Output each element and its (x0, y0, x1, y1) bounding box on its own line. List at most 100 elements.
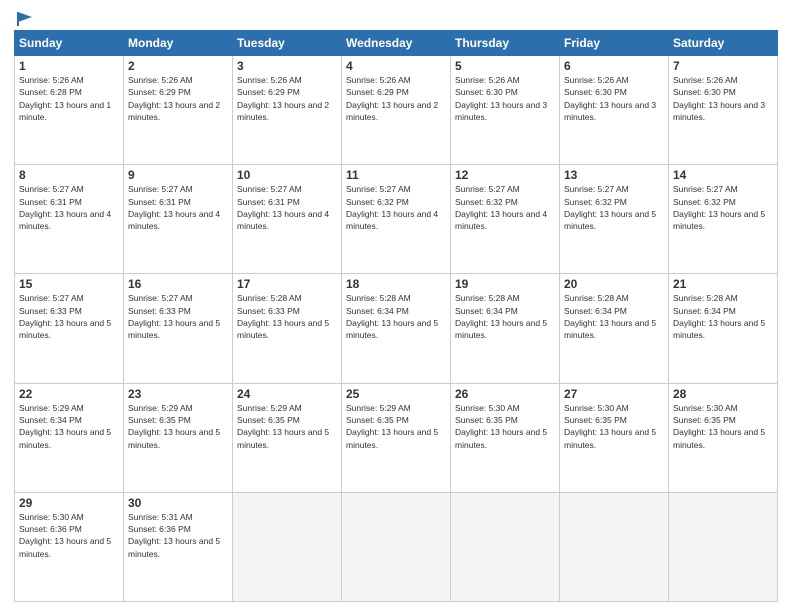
day-number: 28 (673, 387, 773, 401)
calendar-table: SundayMondayTuesdayWednesdayThursdayFrid… (14, 30, 778, 602)
calendar-cell: 10Sunrise: 5:27 AMSunset: 6:31 PMDayligh… (233, 165, 342, 274)
calendar-cell: 24Sunrise: 5:29 AMSunset: 6:35 PMDayligh… (233, 383, 342, 492)
day-info: Sunrise: 5:27 AMSunset: 6:33 PMDaylight:… (19, 292, 119, 341)
day-number: 14 (673, 168, 773, 182)
day-number: 8 (19, 168, 119, 182)
page: SundayMondayTuesdayWednesdayThursdayFrid… (0, 0, 792, 612)
day-info: Sunrise: 5:27 AMSunset: 6:32 PMDaylight:… (564, 183, 664, 232)
day-info: Sunrise: 5:26 AMSunset: 6:29 PMDaylight:… (237, 74, 337, 123)
calendar-cell: 26Sunrise: 5:30 AMSunset: 6:35 PMDayligh… (451, 383, 560, 492)
day-number: 7 (673, 59, 773, 73)
calendar-cell: 11Sunrise: 5:27 AMSunset: 6:32 PMDayligh… (342, 165, 451, 274)
day-info: Sunrise: 5:30 AMSunset: 6:35 PMDaylight:… (673, 402, 773, 451)
calendar-cell: 19Sunrise: 5:28 AMSunset: 6:34 PMDayligh… (451, 274, 560, 383)
day-info: Sunrise: 5:30 AMSunset: 6:36 PMDaylight:… (19, 511, 119, 560)
day-info: Sunrise: 5:26 AMSunset: 6:30 PMDaylight:… (455, 74, 555, 123)
day-number: 16 (128, 277, 228, 291)
calendar-cell: 5Sunrise: 5:26 AMSunset: 6:30 PMDaylight… (451, 56, 560, 165)
day-info: Sunrise: 5:27 AMSunset: 6:32 PMDaylight:… (673, 183, 773, 232)
day-info: Sunrise: 5:28 AMSunset: 6:34 PMDaylight:… (455, 292, 555, 341)
day-number: 25 (346, 387, 446, 401)
calendar-header-saturday: Saturday (669, 31, 778, 56)
calendar-cell: 13Sunrise: 5:27 AMSunset: 6:32 PMDayligh… (560, 165, 669, 274)
calendar-cell: 14Sunrise: 5:27 AMSunset: 6:32 PMDayligh… (669, 165, 778, 274)
calendar-week-5: 29Sunrise: 5:30 AMSunset: 6:36 PMDayligh… (15, 492, 778, 601)
calendar-cell: 3Sunrise: 5:26 AMSunset: 6:29 PMDaylight… (233, 56, 342, 165)
day-number: 19 (455, 277, 555, 291)
calendar-cell (342, 492, 451, 601)
calendar-cell: 4Sunrise: 5:26 AMSunset: 6:29 PMDaylight… (342, 56, 451, 165)
calendar-cell: 2Sunrise: 5:26 AMSunset: 6:29 PMDaylight… (124, 56, 233, 165)
calendar-cell (669, 492, 778, 601)
day-number: 15 (19, 277, 119, 291)
calendar-header-wednesday: Wednesday (342, 31, 451, 56)
day-number: 11 (346, 168, 446, 182)
calendar-cell: 9Sunrise: 5:27 AMSunset: 6:31 PMDaylight… (124, 165, 233, 274)
day-number: 6 (564, 59, 664, 73)
calendar-cell: 8Sunrise: 5:27 AMSunset: 6:31 PMDaylight… (15, 165, 124, 274)
calendar-week-1: 1Sunrise: 5:26 AMSunset: 6:28 PMDaylight… (15, 56, 778, 165)
calendar-cell: 7Sunrise: 5:26 AMSunset: 6:30 PMDaylight… (669, 56, 778, 165)
day-info: Sunrise: 5:26 AMSunset: 6:29 PMDaylight:… (346, 74, 446, 123)
logo (14, 10, 34, 24)
day-info: Sunrise: 5:28 AMSunset: 6:34 PMDaylight:… (673, 292, 773, 341)
day-number: 13 (564, 168, 664, 182)
day-number: 17 (237, 277, 337, 291)
day-number: 12 (455, 168, 555, 182)
day-number: 3 (237, 59, 337, 73)
day-info: Sunrise: 5:27 AMSunset: 6:33 PMDaylight:… (128, 292, 228, 341)
calendar-cell: 29Sunrise: 5:30 AMSunset: 6:36 PMDayligh… (15, 492, 124, 601)
calendar-cell: 22Sunrise: 5:29 AMSunset: 6:34 PMDayligh… (15, 383, 124, 492)
calendar-cell: 23Sunrise: 5:29 AMSunset: 6:35 PMDayligh… (124, 383, 233, 492)
day-number: 9 (128, 168, 228, 182)
day-info: Sunrise: 5:27 AMSunset: 6:32 PMDaylight:… (346, 183, 446, 232)
day-number: 24 (237, 387, 337, 401)
day-number: 30 (128, 496, 228, 510)
day-info: Sunrise: 5:26 AMSunset: 6:30 PMDaylight:… (673, 74, 773, 123)
day-number: 27 (564, 387, 664, 401)
day-info: Sunrise: 5:26 AMSunset: 6:28 PMDaylight:… (19, 74, 119, 123)
calendar-week-2: 8Sunrise: 5:27 AMSunset: 6:31 PMDaylight… (15, 165, 778, 274)
calendar-cell: 27Sunrise: 5:30 AMSunset: 6:35 PMDayligh… (560, 383, 669, 492)
calendar-cell: 20Sunrise: 5:28 AMSunset: 6:34 PMDayligh… (560, 274, 669, 383)
day-info: Sunrise: 5:29 AMSunset: 6:35 PMDaylight:… (128, 402, 228, 451)
calendar-cell (451, 492, 560, 601)
calendar-cell: 18Sunrise: 5:28 AMSunset: 6:34 PMDayligh… (342, 274, 451, 383)
day-number: 22 (19, 387, 119, 401)
day-info: Sunrise: 5:28 AMSunset: 6:33 PMDaylight:… (237, 292, 337, 341)
day-number: 2 (128, 59, 228, 73)
calendar-cell (233, 492, 342, 601)
header (14, 10, 778, 24)
day-number: 1 (19, 59, 119, 73)
calendar-cell: 25Sunrise: 5:29 AMSunset: 6:35 PMDayligh… (342, 383, 451, 492)
day-number: 26 (455, 387, 555, 401)
calendar-cell: 6Sunrise: 5:26 AMSunset: 6:30 PMDaylight… (560, 56, 669, 165)
day-number: 10 (237, 168, 337, 182)
calendar-header-friday: Friday (560, 31, 669, 56)
day-info: Sunrise: 5:28 AMSunset: 6:34 PMDaylight:… (564, 292, 664, 341)
day-info: Sunrise: 5:27 AMSunset: 6:31 PMDaylight:… (128, 183, 228, 232)
day-number: 20 (564, 277, 664, 291)
calendar-header-monday: Monday (124, 31, 233, 56)
day-info: Sunrise: 5:27 AMSunset: 6:31 PMDaylight:… (19, 183, 119, 232)
calendar-header-sunday: Sunday (15, 31, 124, 56)
day-info: Sunrise: 5:31 AMSunset: 6:36 PMDaylight:… (128, 511, 228, 560)
calendar-cell: 28Sunrise: 5:30 AMSunset: 6:35 PMDayligh… (669, 383, 778, 492)
day-number: 18 (346, 277, 446, 291)
calendar-header-tuesday: Tuesday (233, 31, 342, 56)
day-info: Sunrise: 5:29 AMSunset: 6:34 PMDaylight:… (19, 402, 119, 451)
calendar-cell: 16Sunrise: 5:27 AMSunset: 6:33 PMDayligh… (124, 274, 233, 383)
calendar-header-row: SundayMondayTuesdayWednesdayThursdayFrid… (15, 31, 778, 56)
day-number: 5 (455, 59, 555, 73)
day-info: Sunrise: 5:27 AMSunset: 6:31 PMDaylight:… (237, 183, 337, 232)
day-number: 21 (673, 277, 773, 291)
calendar-cell: 15Sunrise: 5:27 AMSunset: 6:33 PMDayligh… (15, 274, 124, 383)
day-info: Sunrise: 5:29 AMSunset: 6:35 PMDaylight:… (237, 402, 337, 451)
calendar-cell (560, 492, 669, 601)
logo-flag-icon (16, 10, 34, 28)
day-info: Sunrise: 5:30 AMSunset: 6:35 PMDaylight:… (564, 402, 664, 451)
day-info: Sunrise: 5:28 AMSunset: 6:34 PMDaylight:… (346, 292, 446, 341)
calendar-cell: 12Sunrise: 5:27 AMSunset: 6:32 PMDayligh… (451, 165, 560, 274)
day-number: 4 (346, 59, 446, 73)
calendar-cell: 30Sunrise: 5:31 AMSunset: 6:36 PMDayligh… (124, 492, 233, 601)
